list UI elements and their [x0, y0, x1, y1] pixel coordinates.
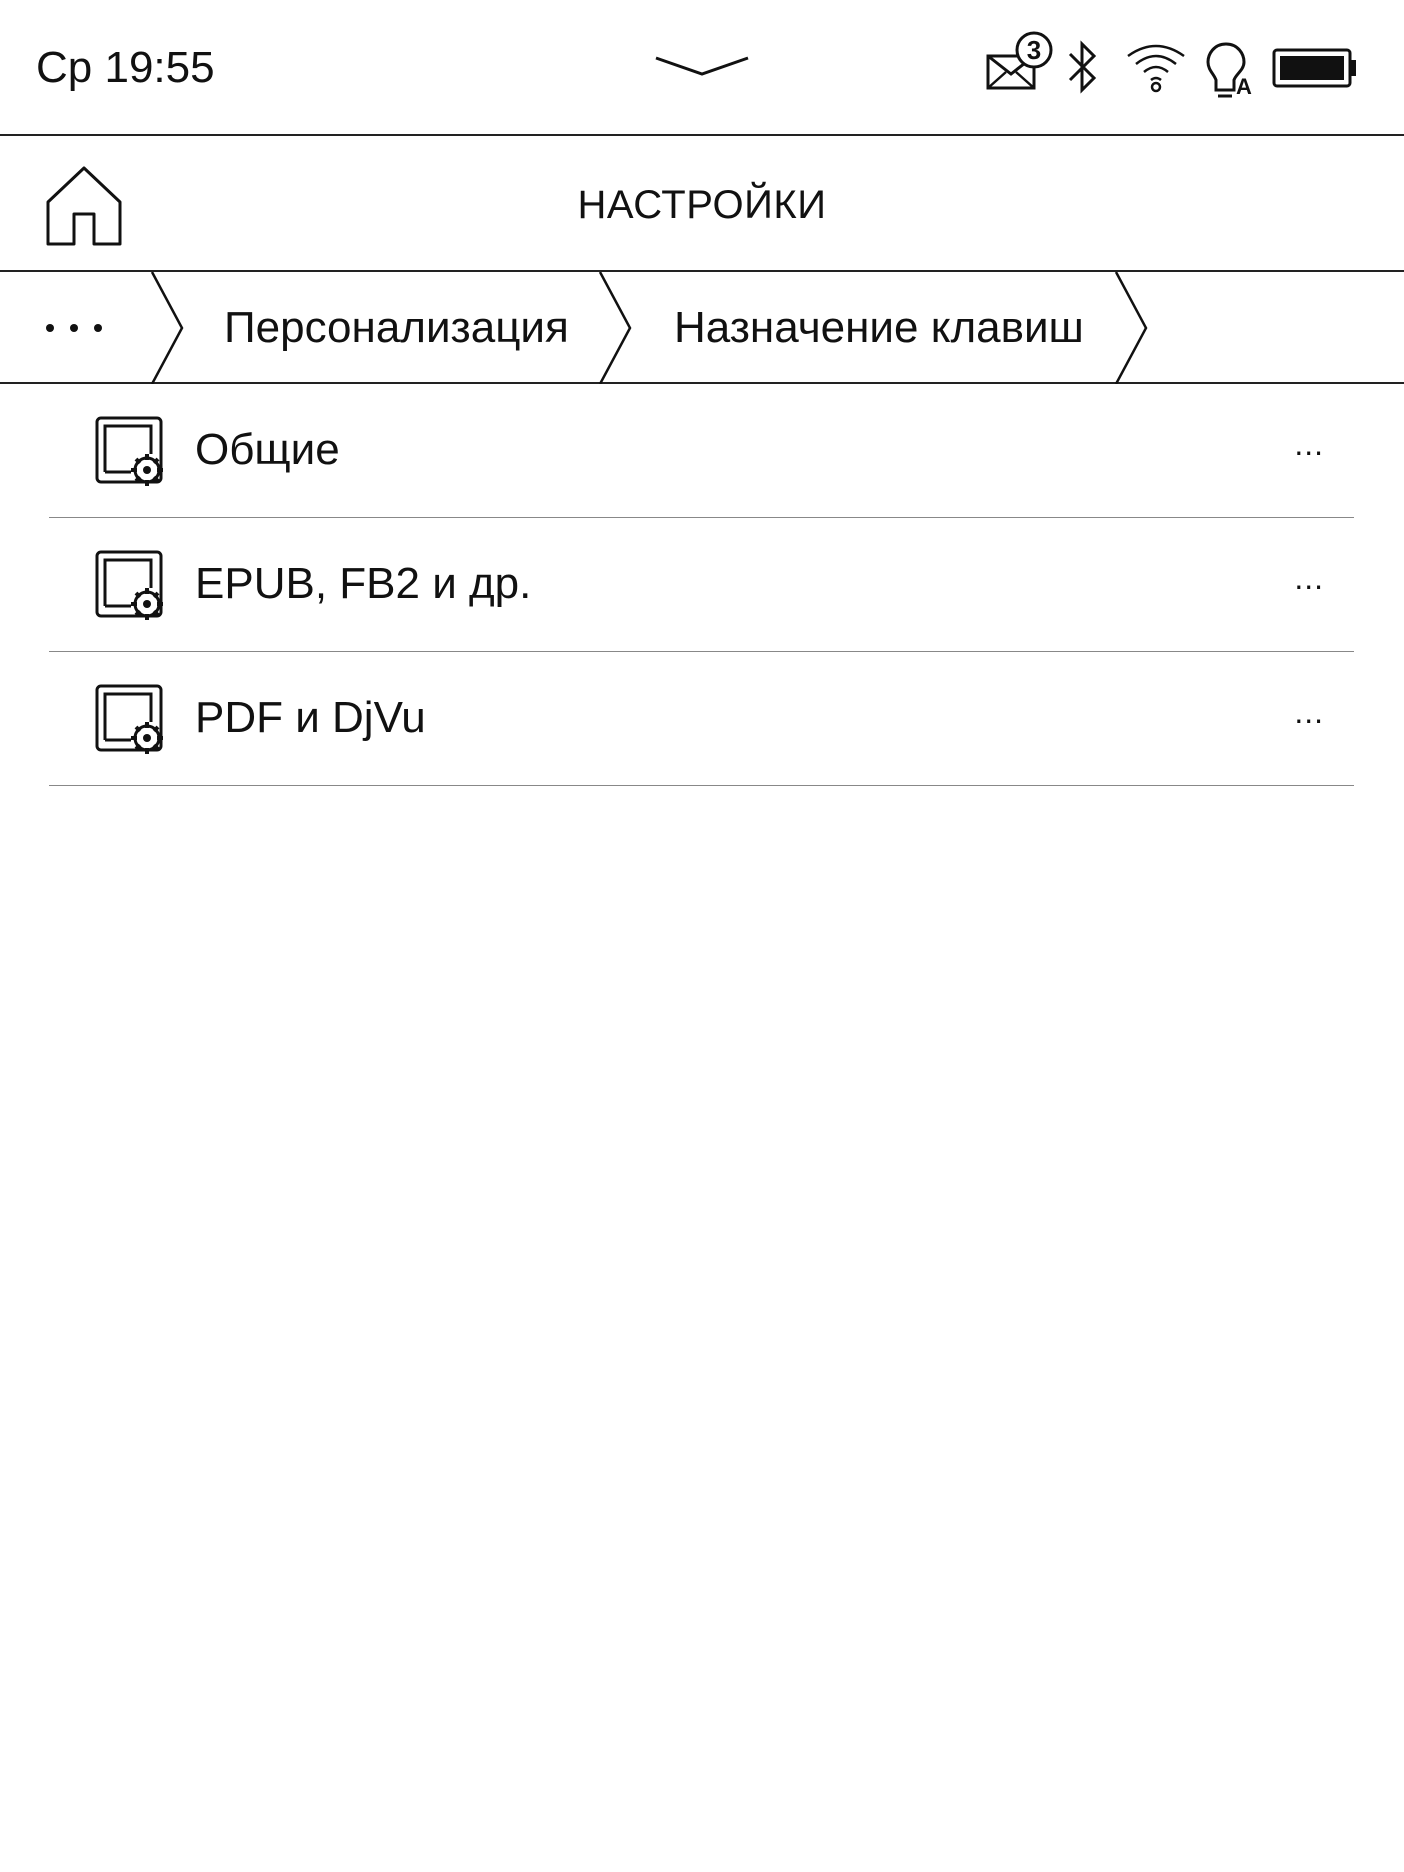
settings-page-icon — [95, 550, 163, 620]
list-item-more[interactable]: ... — [1294, 414, 1324, 474]
list-item-epub-fb2[interactable]: EPUB, FB2 и др. ... — [49, 518, 1354, 652]
light-mode-letter: A — [1236, 74, 1252, 99]
status-clock: Ср 19:55 — [36, 43, 215, 92]
mail-icon[interactable] — [984, 30, 1056, 94]
breadcrumb-separator — [150, 272, 184, 384]
pull-down-chevron-icon[interactable] — [652, 50, 752, 80]
breadcrumb-separator — [1114, 272, 1148, 384]
wifi-icon[interactable] — [1124, 42, 1188, 94]
battery-icon — [1272, 48, 1356, 88]
list-item-more[interactable]: ... — [1294, 548, 1324, 608]
breadcrumb-item-key-mapping[interactable]: Назначение клавиш — [674, 302, 1084, 354]
status-bar: Ср 19:55 3 A — [0, 0, 1404, 136]
list-item-general[interactable]: Общие ... — [49, 384, 1354, 518]
list-item-more[interactable]: ... — [1294, 682, 1324, 742]
settings-page-icon — [95, 416, 163, 486]
breadcrumb-separator — [598, 272, 632, 384]
list-item-label: Общие — [195, 425, 340, 474]
more-dots-icon — [46, 324, 102, 332]
list-item-pdf-djvu[interactable]: PDF и DjVu ... — [49, 652, 1354, 786]
mail-count-badge: 3 — [1026, 35, 1042, 65]
header-bar: НАСТРОЙКИ — [0, 136, 1404, 272]
list-item-label: EPUB, FB2 и др. — [195, 559, 532, 608]
bluetooth-icon[interactable] — [1066, 38, 1100, 98]
page-title: НАСТРОЙКИ — [577, 183, 827, 227]
settings-page-icon — [95, 684, 163, 754]
list-item-label: PDF и DjVu — [195, 693, 426, 742]
breadcrumb: Персонализация Назначение клавиш — [0, 272, 1404, 384]
breadcrumb-item-personalization[interactable]: Персонализация — [224, 302, 569, 354]
breadcrumb-more-button[interactable] — [0, 272, 150, 382]
